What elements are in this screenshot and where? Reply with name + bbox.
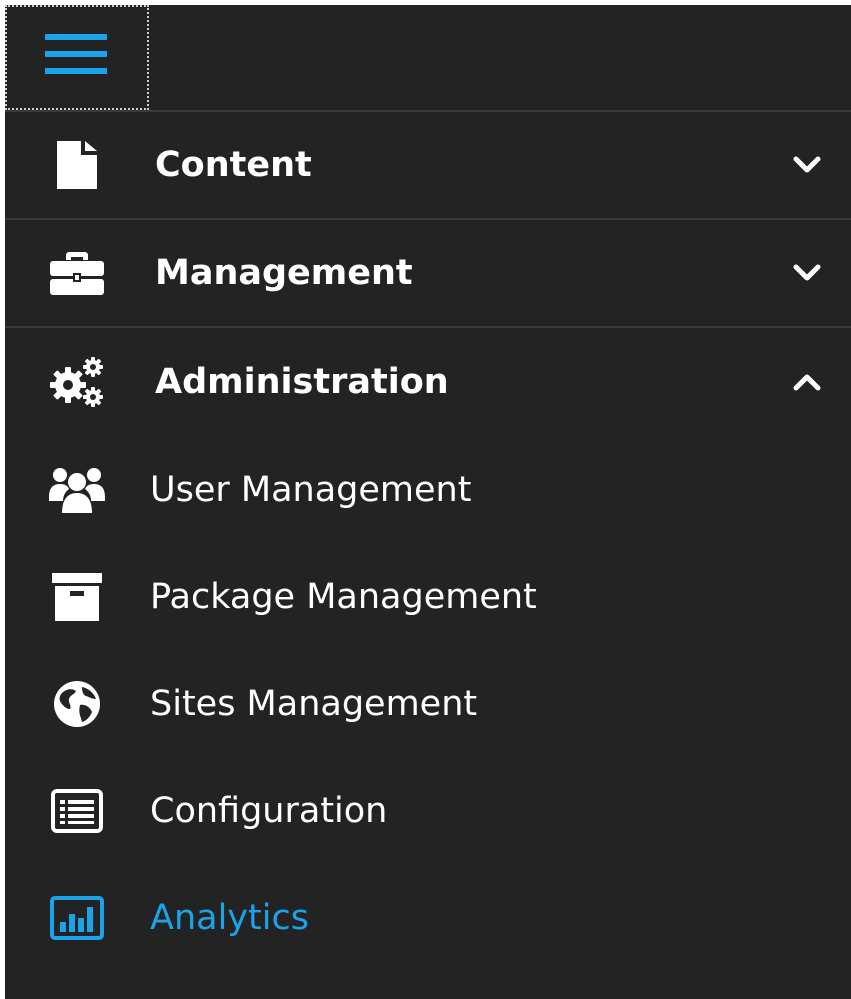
document-icon bbox=[47, 135, 107, 195]
hamburger-icon bbox=[45, 34, 107, 74]
nav-section-label: Administration bbox=[155, 362, 449, 402]
nav-item-label: Analytics bbox=[150, 897, 309, 938]
globe-icon bbox=[47, 674, 107, 734]
nav-header bbox=[5, 5, 851, 112]
menu-toggle-button[interactable] bbox=[5, 5, 149, 110]
nav-item-sites-management[interactable]: Sites Management bbox=[5, 650, 851, 757]
nav-item-label: User Management bbox=[150, 469, 472, 510]
nav-item-label: Sites Management bbox=[150, 683, 478, 724]
briefcase-icon bbox=[47, 243, 107, 303]
nav-section-label: Management bbox=[155, 253, 413, 293]
users-icon bbox=[47, 460, 107, 520]
nav-section-administration[interactable]: Administration bbox=[5, 328, 851, 436]
archive-box-icon bbox=[47, 567, 107, 627]
chevron-down-icon bbox=[791, 257, 823, 289]
nav-item-label: Package Management bbox=[150, 576, 537, 617]
nav-item-label: Configuration bbox=[150, 790, 388, 831]
list-alt-icon bbox=[47, 781, 107, 841]
nav-section-content[interactable]: Content bbox=[5, 112, 851, 220]
nav-item-analytics[interactable]: Analytics bbox=[5, 864, 851, 971]
nav-item-user-management[interactable]: User Management bbox=[5, 436, 851, 543]
chevron-up-icon bbox=[791, 366, 823, 398]
nav-item-configuration[interactable]: Configuration bbox=[5, 757, 851, 864]
nav-section-label: Content bbox=[155, 145, 312, 185]
gears-icon bbox=[47, 352, 107, 412]
nav-section-management[interactable]: Management bbox=[5, 220, 851, 328]
nav-item-package-management[interactable]: Package Management bbox=[5, 543, 851, 650]
bar-chart-icon bbox=[47, 888, 107, 948]
side-navigation: Content Management Administration User M… bbox=[5, 5, 851, 999]
chevron-down-icon bbox=[791, 149, 823, 181]
